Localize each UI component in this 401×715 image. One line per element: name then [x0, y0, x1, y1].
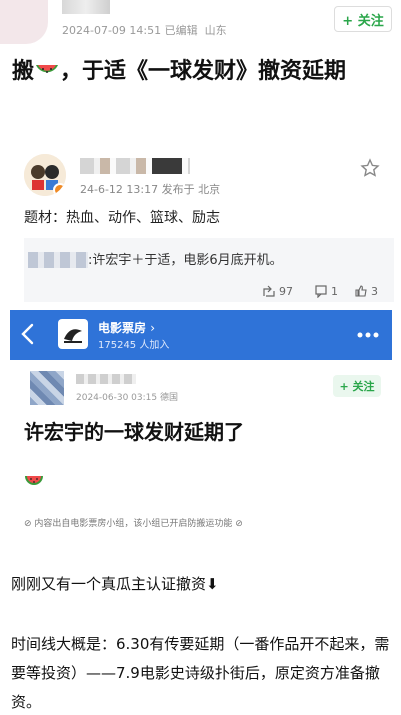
comment-action[interactable]: 1 [314, 284, 338, 298]
repost-author-blurred [28, 252, 88, 268]
group-name[interactable]: 电影票房 › [98, 319, 155, 336]
share-action[interactable]: 97 [262, 284, 293, 298]
group-post-author-blurred [76, 374, 136, 384]
group-logo-icon [64, 329, 82, 343]
verified-badge-icon [53, 183, 66, 196]
author-avatar[interactable] [0, 0, 48, 44]
group-member-count: 175245 人加入 [98, 340, 170, 351]
like-icon [355, 285, 367, 297]
post-title: 搬 ，于适《一球发财》撤资延期 [12, 59, 347, 84]
group-post-meta: 2024-06-30 03:15 德国 [76, 393, 178, 403]
post-meta: 2024-07-09 14:51 已编辑 山东 [62, 24, 227, 37]
group-follow-button[interactable]: + 关注 [333, 375, 381, 397]
repost-text: :许宏宇＋于适，电影6月底开机。 [88, 253, 283, 268]
star-icon[interactable] [360, 158, 380, 178]
like-action[interactable]: 3 [354, 284, 378, 298]
watermelon-icon [25, 476, 43, 485]
body-line: 刚刚又有一个真瓜主认证撤资⬇ [11, 575, 219, 593]
card-topics: 题材：热血、动作、篮球、励志 [24, 210, 220, 226]
watermelon-icon [36, 65, 59, 73]
group-logo [58, 319, 88, 349]
more-icon[interactable] [356, 330, 380, 340]
group-source-note: ⊘ 内容出自电影票房小组，该小组已开启防搬运功能 ⊘ [24, 519, 243, 529]
share-icon [263, 285, 275, 297]
repost-box[interactable] [24, 238, 394, 302]
group-post-avatar-blurred[interactable] [30, 371, 64, 405]
group-post-title: 许宏宇的一球发财延期了 [24, 420, 244, 444]
back-icon[interactable] [18, 322, 38, 346]
body-paragraph: 时间线大概是：6.30有传要延期（一番作品开不起来，需要等投资）——7.9电影史… [11, 635, 390, 711]
comment-icon [315, 285, 327, 298]
card-avatar[interactable] [24, 154, 66, 196]
author-name-blurred [62, 0, 110, 14]
follow-button[interactable]: + 关注 [334, 6, 392, 32]
card-meta: 24-6-12 13:17 发布于 北京 [80, 183, 221, 196]
card-author-blurred-block [152, 158, 182, 174]
